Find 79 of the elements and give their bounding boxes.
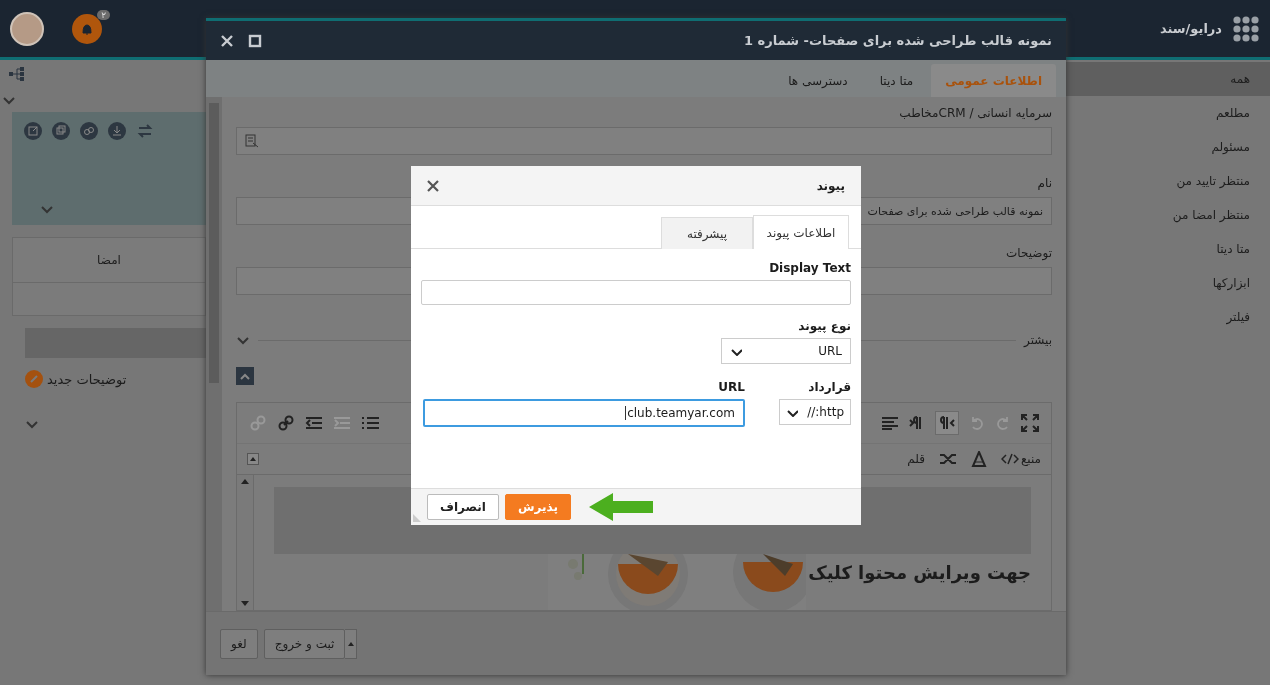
copy-icon[interactable] [52, 122, 70, 140]
cancel-button[interactable]: لغو [220, 628, 258, 659]
outdent-icon[interactable] [305, 416, 323, 430]
bell-icon [80, 21, 94, 36]
user-avatar[interactable] [10, 11, 44, 46]
caret-up-icon [347, 641, 354, 646]
chevron-down-icon[interactable] [236, 334, 250, 346]
hierarchy-icon[interactable] [8, 66, 26, 82]
column-header: امضا [97, 253, 121, 267]
link-icon[interactable] [80, 122, 98, 140]
scroll-down-icon [241, 601, 249, 606]
field-label: مخاطبCRM / سرمایه انسانی [899, 105, 1052, 121]
chevron-down-icon [730, 346, 742, 356]
chevron-up-icon [240, 372, 250, 380]
cleanup-icon[interactable] [970, 451, 987, 467]
toolbar-toggle-button[interactable] [247, 453, 259, 465]
sync-icon[interactable] [136, 122, 154, 140]
scroll-up-icon [241, 479, 249, 484]
caret-up-icon [250, 457, 256, 461]
notification-count: ۲ [97, 9, 110, 20]
field-label: نام [1037, 175, 1052, 191]
dropdown-toggle[interactable] [345, 628, 358, 659]
tab[interactable]: متا دیتا [865, 64, 928, 97]
maximize-icon[interactable] [248, 33, 262, 48]
sidebar-item[interactable]: مسئولم [1066, 130, 1270, 164]
link-type-dropdown[interactable]: URL [721, 338, 851, 364]
resize-grip-icon[interactable] [413, 514, 421, 522]
dialog-title: پیوند [816, 178, 845, 193]
bulleted-list-icon[interactable] [361, 416, 379, 430]
url-field[interactable]: club.teamyar.com [423, 399, 745, 427]
collapse-button[interactable] [236, 367, 254, 385]
align-left-icon[interactable] [881, 416, 899, 430]
sidebar-item[interactable]: فیلتر [1066, 300, 1270, 334]
field-label: قرارداد [807, 380, 851, 394]
download-icon[interactable] [108, 122, 126, 140]
close-icon[interactable] [427, 179, 439, 192]
chevron-down-icon[interactable] [25, 418, 39, 430]
sidebar-item[interactable]: متا دیتا [1066, 232, 1270, 266]
fullscreen-icon[interactable] [1021, 414, 1039, 432]
display-text-field[interactable] [421, 280, 851, 305]
tab[interactable]: دسترسی ها [774, 64, 862, 97]
field-value: نمونه قالب طراحی شده برای صفحات [867, 204, 1043, 218]
app-title: درایو/سند [1160, 21, 1222, 36]
tab[interactable]: اطلاعات پیوند [753, 215, 849, 249]
content-heading: جهت ویرایش محتوا کلیک [808, 562, 1031, 583]
pencil-icon [29, 374, 39, 384]
sidebar-item[interactable]: منتظر تایید من [1066, 164, 1270, 198]
notification-button[interactable] [72, 13, 102, 44]
chevron-down-icon[interactable] [2, 94, 16, 106]
tab[interactable]: پیشرفته [661, 217, 753, 249]
chevron-down-icon [786, 407, 798, 417]
rtl-direction-icon[interactable] [939, 415, 955, 431]
accept-button[interactable]: پذیرش [504, 494, 571, 520]
shuffle-icon[interactable] [938, 452, 957, 466]
field-label: توضیحات [1005, 245, 1052, 261]
picker-icon [245, 134, 259, 148]
field-label: نوع پیوند [797, 319, 851, 333]
link-icon[interactable] [277, 414, 295, 432]
sidebar-item[interactable]: ابزارکها [1066, 266, 1270, 300]
scrollbar[interactable] [206, 97, 222, 611]
apps-grid-icon[interactable] [1232, 14, 1260, 43]
font-dropdown[interactable]: قلم [907, 452, 925, 466]
window-title: نمونه قالب طراحی شده برای صفحات- شماره 1 [743, 33, 1052, 48]
cancel-button[interactable]: انصراف [427, 494, 499, 520]
save-and-exit-button[interactable]: ثبت و خروج [263, 628, 346, 659]
field-label: URL [717, 380, 745, 394]
field-label: Display Text [768, 261, 851, 275]
source-button[interactable]: منبع [1000, 452, 1041, 466]
contact-picker-field[interactable] [236, 127, 1052, 155]
sidebar-item[interactable]: مطلعم [1066, 96, 1270, 130]
protocol-dropdown[interactable]: http:// [779, 399, 851, 425]
sidebar-item[interactable]: همه [1066, 62, 1270, 96]
sidebar-item[interactable]: منتظر امضا من [1066, 198, 1270, 232]
code-icon [1000, 453, 1019, 465]
arrow-left-icon [588, 493, 653, 521]
export-icon[interactable] [24, 122, 42, 140]
new-note-link[interactable]: توضیحات جدید [25, 370, 206, 388]
chevron-down-icon[interactable] [40, 203, 54, 215]
more-toggle[interactable]: بیشتر [1024, 333, 1052, 347]
